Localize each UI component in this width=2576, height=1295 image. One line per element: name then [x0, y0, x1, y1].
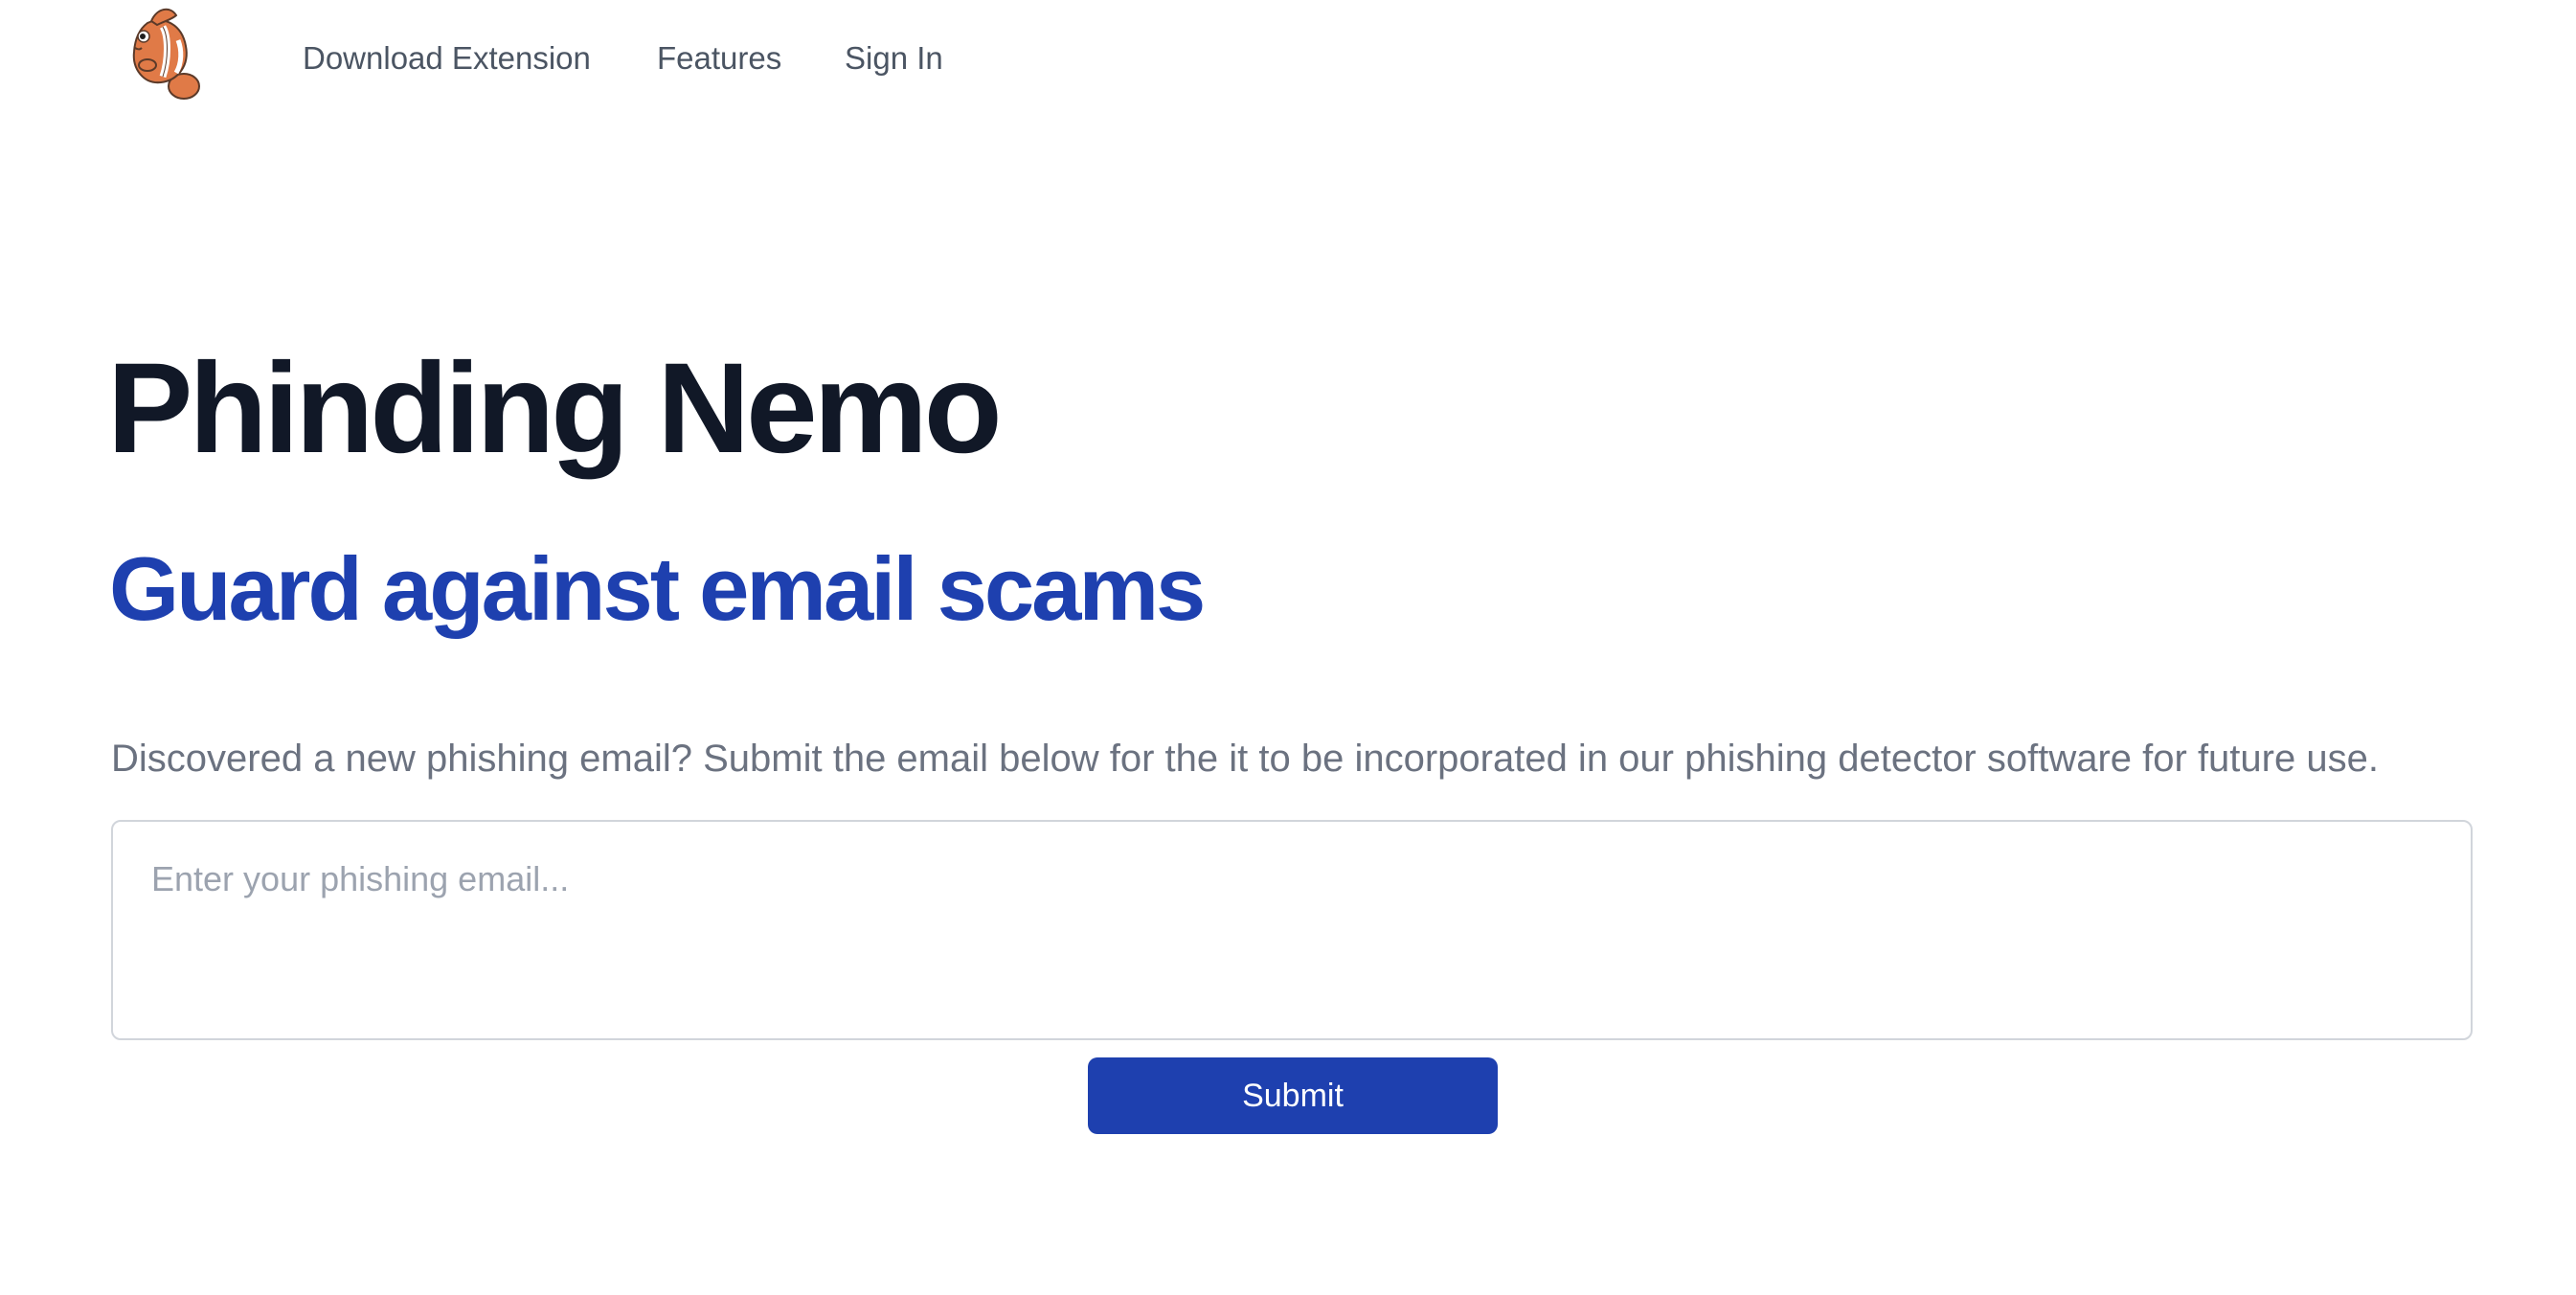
page-subtitle: Guard against email scams: [109, 538, 1206, 639]
nav-link-download-extension[interactable]: Download Extension: [303, 36, 591, 80]
nav-link-features[interactable]: Features: [657, 36, 781, 80]
top-nav: Download Extension Features Sign In: [0, 0, 2576, 119]
clownfish-logo-icon[interactable]: [119, 4, 211, 103]
clownfish-logo-svg: [132, 8, 200, 100]
submit-button[interactable]: Submit: [1088, 1057, 1498, 1134]
page-title: Phinding Nemo: [107, 337, 1003, 480]
nav-link-sign-in[interactable]: Sign In: [845, 36, 943, 80]
description-text: Discovered a new phishing email? Submit …: [111, 738, 2379, 780]
phishing-email-input[interactable]: [111, 820, 2473, 1040]
page: Download Extension Features Sign In Phin…: [0, 0, 2576, 1295]
